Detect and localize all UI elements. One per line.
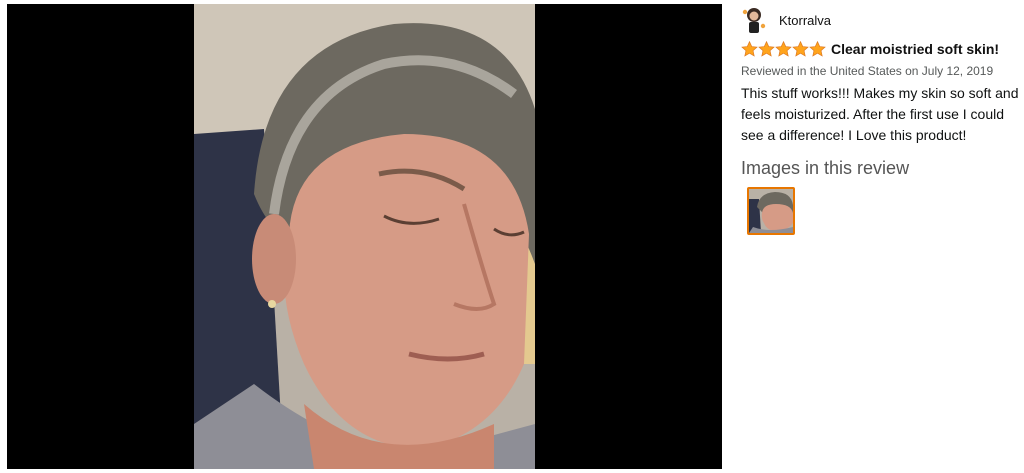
- review-title-row: Clear moistried soft skin!: [741, 41, 1021, 57]
- review-date: Reviewed in the United States on July 12…: [741, 64, 994, 78]
- star-icon: [741, 41, 758, 57]
- review-author[interactable]: Ktorralva: [741, 6, 1021, 34]
- review-title: Clear moistried soft skin!: [831, 41, 1000, 57]
- avatar-icon: [742, 8, 766, 33]
- review-image-thumbnail[interactable]: [747, 187, 795, 235]
- star-icon: [775, 41, 792, 57]
- star-icon: [809, 41, 826, 57]
- author-name[interactable]: Ktorralva: [779, 13, 831, 28]
- review-photo-image: [194, 4, 535, 469]
- images-heading: Images in this review: [741, 158, 910, 178]
- image-viewer: [7, 4, 722, 469]
- review-body: This stuff works!!! Makes my skin so sof…: [741, 85, 1019, 143]
- star-icon: [758, 41, 775, 57]
- review-panel: Ktorralva Clear moistried soft skin! Rev…: [741, 6, 1021, 235]
- thumbnail-image: [749, 189, 793, 233]
- star-rating[interactable]: [741, 41, 826, 57]
- review-photo-large[interactable]: [194, 4, 535, 469]
- star-icon: [792, 41, 809, 57]
